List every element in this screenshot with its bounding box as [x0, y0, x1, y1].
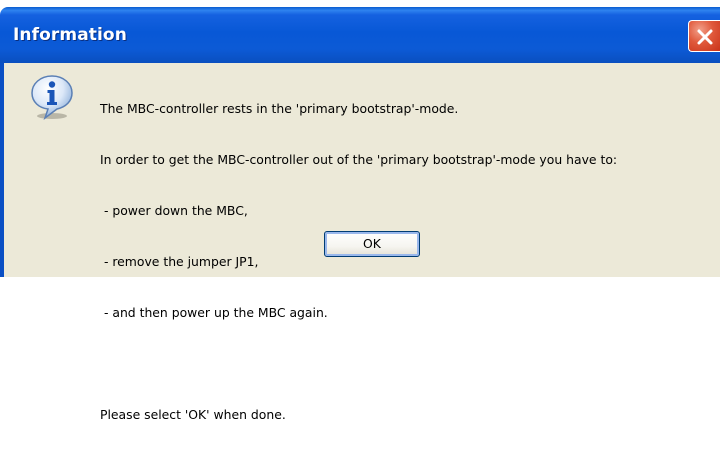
message-line: - and then power up the MBC again.	[100, 305, 328, 320]
close-icon	[697, 29, 713, 45]
dialog-body: The MBC-controller rests in the 'primary…	[0, 63, 720, 422]
message-line: In order to get the MBC-controller out o…	[100, 152, 618, 167]
title-bar[interactable]: Information	[0, 7, 720, 63]
information-dialog: Information The MBC-controller rests in …	[0, 0, 720, 422]
message-line: Please select 'OK' when done.	[100, 407, 286, 422]
close-button[interactable]	[688, 20, 720, 52]
message-line	[100, 355, 617, 372]
information-icon	[31, 75, 73, 120]
message-line: The MBC-controller rests in the 'primary…	[100, 101, 459, 116]
ok-button[interactable]: OK	[324, 231, 420, 257]
message-text: The MBC-controller rests in the 'primary…	[100, 66, 617, 457]
message-line: - power down the MBC,	[100, 203, 248, 218]
dialog-title: Information	[13, 25, 127, 45]
